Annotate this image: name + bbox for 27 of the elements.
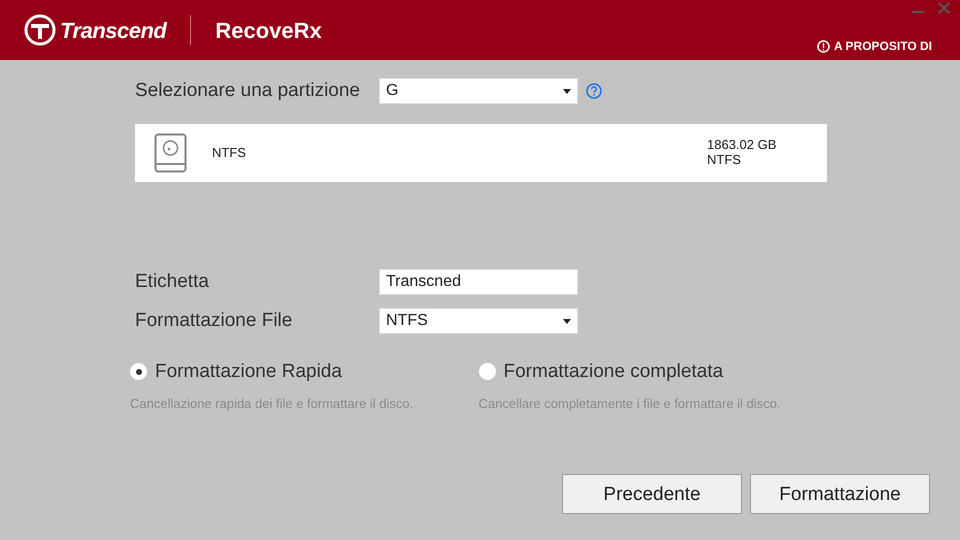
format-dropdown[interactable]: NTFS [379,308,578,334]
option-description: Cancellazione rapida dei file e formattare il disco. [130,395,414,413]
logo-icon [24,14,56,46]
option-label[interactable]: Formattazione completata [504,358,724,386]
action-button[interactable]: Formattazione [750,474,930,514]
action-button[interactable]: Precedente [562,474,742,514]
partition-label: Selezionare una partizione [135,79,361,103]
drive-icon [154,132,187,172]
drive-filesystem: NTFS [707,152,742,168]
radio-button[interactable] [478,363,496,380]
info-icon [816,40,830,52]
brand-name: Transcend [60,16,166,44]
caret-icon [563,88,571,94]
field-label: Etichetta [135,270,210,294]
drive-name: NTFS [212,144,247,162]
app-title: RecoveRx [215,16,322,44]
caret-icon [563,318,571,324]
field-label: Formattazione File [135,309,294,333]
close-icon[interactable] [938,2,950,14]
help-icon[interactable] [586,83,602,100]
partition-dropdown[interactable]: G [379,78,578,104]
option-description: Cancellare completamente i file e formattare il disco. [478,395,782,413]
radio-button[interactable] [130,363,147,380]
label-input[interactable]: Transcned [379,268,578,295]
option-label[interactable]: Formattazione Rapida [155,358,342,386]
drive-size: 1863.02 GB [707,138,778,152]
about-link[interactable]: A PROPOSITO DI [816,37,932,55]
